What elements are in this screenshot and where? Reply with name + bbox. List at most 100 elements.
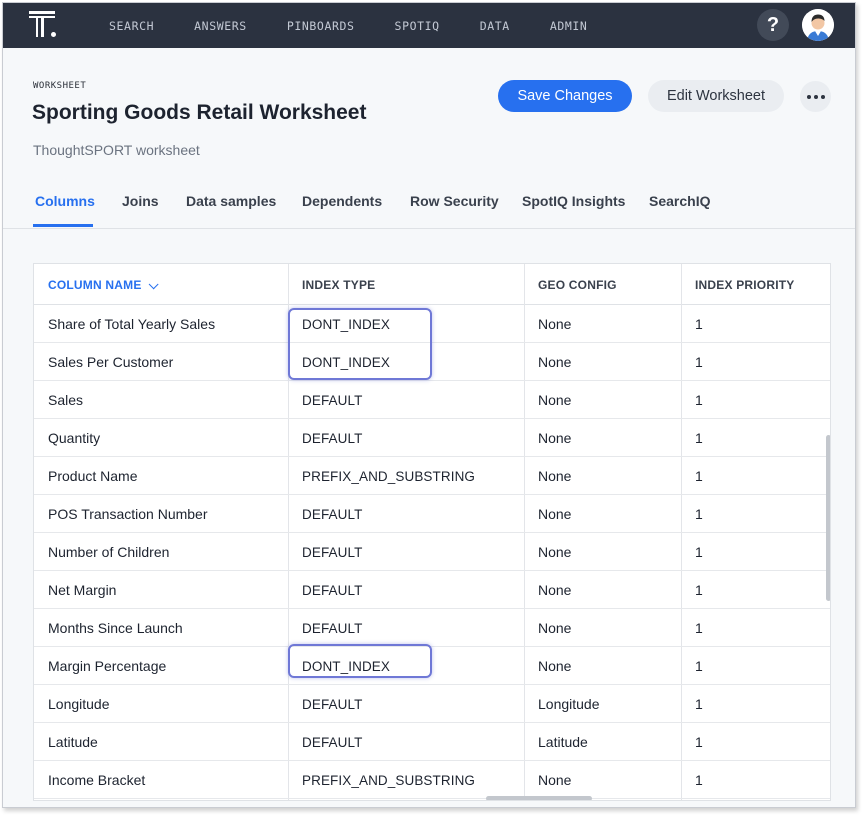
sort-chevron-down-icon[interactable] xyxy=(148,278,159,289)
table-row[interactable]: Net Margin DEFAULT None 1 xyxy=(34,571,830,609)
cell-geo-config[interactable]: None xyxy=(524,343,681,381)
cell-index-priority[interactable]: 1 xyxy=(681,419,830,457)
cell-index-priority[interactable]: 1 xyxy=(681,685,830,723)
cell-column-name: Share of Total Yearly Sales xyxy=(48,316,216,332)
cell-index-priority[interactable]: 1 xyxy=(681,761,830,799)
cell-index-type[interactable]: DONT_INDEX xyxy=(288,647,524,685)
cell-index-type[interactable]: DEFAULT xyxy=(288,571,524,609)
cell-geo-config[interactable]: None xyxy=(524,305,681,343)
cell-index-priority[interactable]: 1 xyxy=(681,533,830,571)
table-row[interactable]: Product Name PREFIX_AND_SUBSTRING None 1 xyxy=(34,457,830,495)
cell-index-type[interactable]: DEFAULT xyxy=(288,723,524,761)
cell-column-name: Margin Percentage xyxy=(48,658,167,674)
cell-geo-config[interactable]: None xyxy=(524,381,681,419)
cell-index-type[interactable]: DEFAULT xyxy=(288,685,524,723)
tab-dependents[interactable]: Dependents xyxy=(302,193,382,209)
nav-pinboards[interactable]: PINBOARDS xyxy=(287,19,355,33)
vertical-scrollbar[interactable] xyxy=(826,435,830,601)
nav-items: SEARCH ANSWERS PINBOARDS SPOTIQ DATA ADM… xyxy=(109,3,627,48)
horizontal-scrollbar[interactable] xyxy=(486,796,592,800)
nav-spotiq[interactable]: SPOTIQ xyxy=(395,19,440,33)
cell-geo-config[interactable]: Longitude xyxy=(524,685,681,723)
cell-index-type[interactable]: DEFAULT xyxy=(288,419,524,457)
table-row[interactable]: Months Since Launch DEFAULT None 1 xyxy=(34,609,830,647)
cell-index-type[interactable]: DEFAULT xyxy=(288,495,524,533)
table-row[interactable]: Margin Percentage DONT_INDEX None 1 xyxy=(34,647,830,685)
page-title: Sporting Goods Retail Worksheet xyxy=(32,101,367,124)
header-column-name[interactable]: COLUMN NAME xyxy=(34,264,288,305)
tab-row-security[interactable]: Row Security xyxy=(410,193,499,209)
cell-index-type[interactable]: DEFAULT xyxy=(288,609,524,647)
top-nav: SEARCH ANSWERS PINBOARDS SPOTIQ DATA ADM… xyxy=(3,3,855,48)
cell-geo-config[interactable]: None xyxy=(524,571,681,609)
cell-column-name: Months Since Launch xyxy=(48,620,183,636)
cell-index-priority[interactable]: 1 xyxy=(681,571,830,609)
cell-geo-config[interactable]: None xyxy=(524,495,681,533)
active-tab-indicator xyxy=(33,224,93,227)
cell-column-name: Income Bracket xyxy=(48,772,146,788)
table-row[interactable]: Share of Total Yearly Sales DONT_INDEX Non… xyxy=(34,305,830,343)
user-avatar[interactable] xyxy=(802,9,834,41)
cell-geo-config[interactable]: Latitude xyxy=(524,723,681,761)
columns-table: COLUMN NAME INDEX TYPE GEO CONFIG INDEX … xyxy=(33,263,831,801)
cell-index-type[interactable]: DONT_INDEX xyxy=(288,305,524,343)
cell-geo-config[interactable]: None xyxy=(524,533,681,571)
help-icon[interactable]: ? xyxy=(757,9,789,41)
page-subtitle: ThoughtSPORT worksheet xyxy=(33,142,200,158)
edit-worksheet-button[interactable]: Edit Worksheet xyxy=(648,80,784,112)
cell-index-priority[interactable]: 1 xyxy=(681,647,830,685)
header-index-type[interactable]: INDEX TYPE xyxy=(288,264,524,305)
cell-index-priority[interactable]: 1 xyxy=(681,457,830,495)
cell-index-type[interactable]: PREFIX_AND_SUBSTRING xyxy=(288,457,524,495)
nav-answers[interactable]: ANSWERS xyxy=(194,19,247,33)
table-row[interactable]: Number of Children DEFAULT None 1 xyxy=(34,533,830,571)
tab-bar: Columns Joins Data samples Dependents Ro… xyxy=(3,189,855,229)
table-row[interactable]: Longitude DEFAULT Longitude 1 xyxy=(34,685,830,723)
tab-searchiq[interactable]: SearchIQ xyxy=(649,193,710,209)
cell-column-name: POS Transaction Number xyxy=(48,506,208,522)
app-window: SEARCH ANSWERS PINBOARDS SPOTIQ DATA ADM… xyxy=(2,2,856,808)
cell-geo-config[interactable]: None xyxy=(524,457,681,495)
tab-spotiq-insights[interactable]: SpotIQ Insights xyxy=(522,193,625,209)
cell-column-name: Sales xyxy=(48,392,84,408)
cell-index-type[interactable]: DEFAULT xyxy=(288,533,524,571)
cell-geo-config[interactable]: None xyxy=(524,647,681,685)
table-row[interactable]: POS Transaction Number DEFAULT None 1 xyxy=(34,495,830,533)
cell-index-priority[interactable]: 1 xyxy=(681,343,830,381)
cell-index-priority[interactable]: 1 xyxy=(681,381,830,419)
tab-columns[interactable]: Columns xyxy=(35,193,95,209)
cell-index-type[interactable]: DEFAULT xyxy=(288,381,524,419)
cell-column-name: Net Margin xyxy=(48,582,117,598)
cell-column-name: Product Name xyxy=(48,468,138,484)
cell-geo-config[interactable]: None xyxy=(524,419,681,457)
table-row[interactable]: Sales DEFAULT None 1 xyxy=(34,381,830,419)
nav-admin[interactable]: ADMIN xyxy=(550,19,588,33)
cell-index-priority[interactable]: 1 xyxy=(681,305,830,343)
cell-index-priority[interactable]: 1 xyxy=(681,723,830,761)
tab-joins[interactable]: Joins xyxy=(122,193,159,209)
cell-column-name: Sales Per Customer xyxy=(48,354,174,370)
cell-index-type[interactable]: PREFIX_AND_SUBSTRING xyxy=(288,761,524,799)
table-row[interactable]: Quantity DEFAULT None 1 xyxy=(34,419,830,457)
nav-search[interactable]: SEARCH xyxy=(109,19,154,33)
thoughtspot-logo-icon[interactable] xyxy=(29,11,59,41)
cell-index-priority[interactable]: 1 xyxy=(681,609,830,647)
cell-index-priority[interactable]: 1 xyxy=(681,495,830,533)
cell-geo-config[interactable]: None xyxy=(524,609,681,647)
tab-data-samples[interactable]: Data samples xyxy=(186,193,276,209)
cell-index-type[interactable]: DONT_INDEX xyxy=(288,343,524,381)
table-row[interactable]: Income Bracket PREFIX_AND_SUBSTRING None 1 xyxy=(34,761,830,799)
cell-geo-config[interactable]: None xyxy=(524,761,681,799)
header-geo-config[interactable]: GEO CONFIG xyxy=(524,264,681,305)
save-changes-button[interactable]: Save Changes xyxy=(498,80,632,112)
cell-column-name: Quantity xyxy=(48,430,101,446)
table-row[interactable]: Sales Per Customer DONT_INDEX None 1 xyxy=(34,343,830,381)
more-options-button[interactable] xyxy=(800,81,831,112)
cell-column-name: Latitude xyxy=(48,734,98,750)
cell-column-name: Longitude xyxy=(48,696,110,712)
more-dots-icon xyxy=(806,94,811,99)
header-index-priority[interactable]: INDEX PRIORITY xyxy=(681,264,830,305)
table-row[interactable]: Latitude DEFAULT Latitude 1 xyxy=(34,723,830,761)
avatar-icon xyxy=(802,9,834,41)
nav-data[interactable]: DATA xyxy=(480,19,510,33)
